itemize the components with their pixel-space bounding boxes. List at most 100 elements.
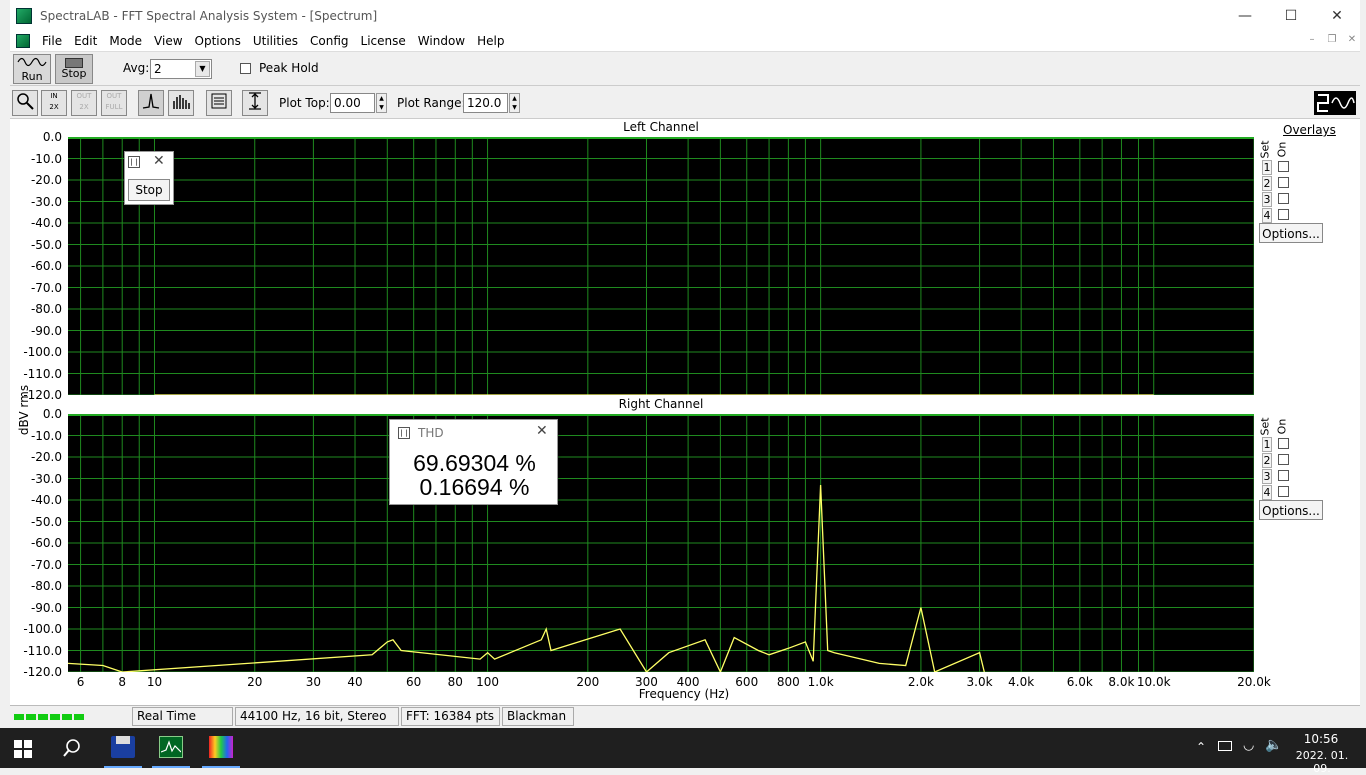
- run-button[interactable]: Run: [13, 54, 51, 84]
- menu-utilities[interactable]: Utilities: [247, 34, 304, 48]
- overlay-right-set-1[interactable]: 1: [1262, 437, 1272, 452]
- right-channel-plot[interactable]: [68, 414, 1254, 672]
- y-tick-label: -10.0: [30, 151, 62, 166]
- y-tick-label: -70.0: [30, 557, 62, 572]
- run-label: Run: [21, 70, 43, 83]
- taskbar-spectralab-icon[interactable]: [152, 728, 190, 768]
- chevron-down-icon[interactable]: ▼: [195, 61, 210, 77]
- taskbar-color-app-icon[interactable]: [202, 728, 240, 768]
- overlay-set-4[interactable]: 4: [1262, 208, 1272, 223]
- menu-window[interactable]: Window: [412, 34, 471, 48]
- battery-icon[interactable]: [1218, 741, 1232, 751]
- volume-icon[interactable]: 🔈: [1265, 737, 1282, 753]
- window-title: SpectraLAB - FFT Spectral Analysis Syste…: [40, 9, 378, 23]
- overlay-right-on-4-checkbox[interactable]: [1278, 486, 1289, 497]
- zoom-button[interactable]: [12, 90, 38, 116]
- left-channel-plot[interactable]: [68, 137, 1254, 395]
- taskbar-save-app-icon[interactable]: [104, 728, 142, 768]
- status-fft: FFT: 16384 pts: [401, 707, 500, 726]
- overlay-right-set-3[interactable]: 3: [1262, 469, 1272, 484]
- y-tick-label: -100.0: [23, 622, 62, 636]
- wifi-icon[interactable]: ◡: [1243, 738, 1254, 753]
- overlay-on-2-checkbox[interactable]: [1278, 177, 1289, 188]
- thd-value-1: 69.69304 %: [413, 450, 536, 476]
- zoom-in-2x-button[interactable]: IN 2X: [41, 90, 67, 116]
- tray-expand-icon[interactable]: ⌃: [1196, 740, 1206, 754]
- sine-wave-icon: [17, 57, 47, 67]
- overlay-right-set-2[interactable]: 2: [1262, 453, 1272, 468]
- zoom-out-2x-button[interactable]: OUT 2X: [71, 90, 97, 116]
- y-tick-label: -10.0: [30, 428, 62, 443]
- menu-config[interactable]: Config: [304, 34, 355, 48]
- mdi-child-icon[interactable]: [16, 33, 30, 48]
- overlay-right-on-1-checkbox[interactable]: [1278, 438, 1289, 449]
- maximize-button[interactable]: ☐: [1268, 0, 1314, 32]
- menu-options[interactable]: Options: [189, 34, 247, 48]
- y-tick-label: -90.0: [30, 600, 62, 615]
- minimize-button[interactable]: —: [1222, 0, 1268, 32]
- overlay-right-set-4[interactable]: 4: [1262, 485, 1272, 500]
- status-format: 44100 Hz, 16 bit, Stereo: [235, 707, 399, 726]
- overlay-on-1-checkbox[interactable]: [1278, 161, 1289, 172]
- stop-button[interactable]: Stop: [55, 54, 93, 84]
- overlay-right-on-3-checkbox[interactable]: [1278, 470, 1289, 481]
- x-axis-label: Frequency (Hz): [638, 687, 730, 701]
- overlay-options-button-right[interactable]: Options...: [1259, 500, 1323, 520]
- tray-date[interactable]: 2022. 01. 09.: [1286, 749, 1358, 775]
- menu-license[interactable]: License: [355, 34, 412, 48]
- search-icon[interactable]: [62, 738, 82, 761]
- y-tick-label: -50.0: [30, 514, 62, 529]
- signal-logo-icon: [1314, 91, 1356, 115]
- right-channel-title: Right Channel: [618, 397, 704, 411]
- peak-hold-checkbox[interactable]: [240, 63, 251, 74]
- pin-icon[interactable]: | |: [128, 156, 140, 168]
- overlay-on-3-checkbox[interactable]: [1278, 193, 1289, 204]
- thd-popup: | | THD ✕ 69.69304 % 0.16694 %: [389, 419, 558, 505]
- close-button[interactable]: ✕: [1314, 0, 1360, 32]
- bar-plot-button[interactable]: [168, 90, 194, 116]
- close-icon[interactable]: ✕: [536, 423, 548, 439]
- line-plot-button[interactable]: [138, 90, 164, 116]
- data-table-button[interactable]: [206, 90, 232, 116]
- mdi-restore-button[interactable]: ❐: [1324, 34, 1340, 48]
- plot-top-spinner[interactable]: ▲ ▼: [376, 93, 387, 113]
- y-tick-label: -100.0: [23, 345, 62, 359]
- menu-view[interactable]: View: [148, 34, 188, 48]
- y-tick-label: -120.0: [23, 388, 62, 402]
- y-tick-label: -30.0: [30, 194, 62, 209]
- overlay-set-2[interactable]: 2: [1262, 176, 1272, 191]
- mdi-minimize-button[interactable]: –: [1304, 34, 1320, 48]
- stop-popup-button[interactable]: Stop: [128, 179, 170, 201]
- vertical-scale-icon: [249, 92, 261, 110]
- zoom-out-full-button[interactable]: OUT FULL: [101, 90, 127, 116]
- level-meter-bars: [14, 714, 84, 720]
- overlays-col-set: Set: [1258, 140, 1272, 159]
- y-tick-label: -60.0: [30, 536, 62, 550]
- plot-range-value: 120.0: [467, 96, 502, 110]
- mdi-close-button[interactable]: ✕: [1344, 34, 1360, 48]
- plot-range-spinner[interactable]: ▲ ▼: [509, 93, 520, 113]
- avg-select[interactable]: 2 ▼: [150, 59, 212, 79]
- pin-icon[interactable]: | |: [398, 427, 410, 439]
- tray-time[interactable]: 10:56: [1288, 732, 1354, 746]
- overlay-right-on-2-checkbox[interactable]: [1278, 454, 1289, 465]
- plot-top-input[interactable]: 0.00: [330, 93, 375, 113]
- thd-value-2: 0.16694 %: [419, 474, 530, 500]
- menu-edit[interactable]: Edit: [68, 34, 103, 48]
- overlay-set-1[interactable]: 1: [1262, 160, 1272, 175]
- plot-range-input[interactable]: 120.0: [463, 93, 508, 113]
- y-tick-label: -50.0: [30, 237, 62, 252]
- status-window: Blackman: [502, 707, 574, 726]
- close-icon[interactable]: ✕: [153, 153, 165, 169]
- y-tick-label: -40.0: [30, 216, 62, 230]
- menu-help[interactable]: Help: [471, 34, 510, 48]
- overlay-options-button-left[interactable]: Options...: [1259, 223, 1323, 243]
- overlay-on-4-checkbox[interactable]: [1278, 209, 1289, 220]
- avg-label: Avg:: [123, 61, 150, 75]
- menu-file[interactable]: File: [36, 34, 68, 48]
- overlay-set-3[interactable]: 3: [1262, 192, 1272, 207]
- autoscale-button[interactable]: [242, 90, 268, 116]
- left-channel-title: Left Channel: [623, 120, 699, 134]
- menu-mode[interactable]: Mode: [103, 34, 148, 48]
- windows-start-icon[interactable]: [14, 740, 32, 761]
